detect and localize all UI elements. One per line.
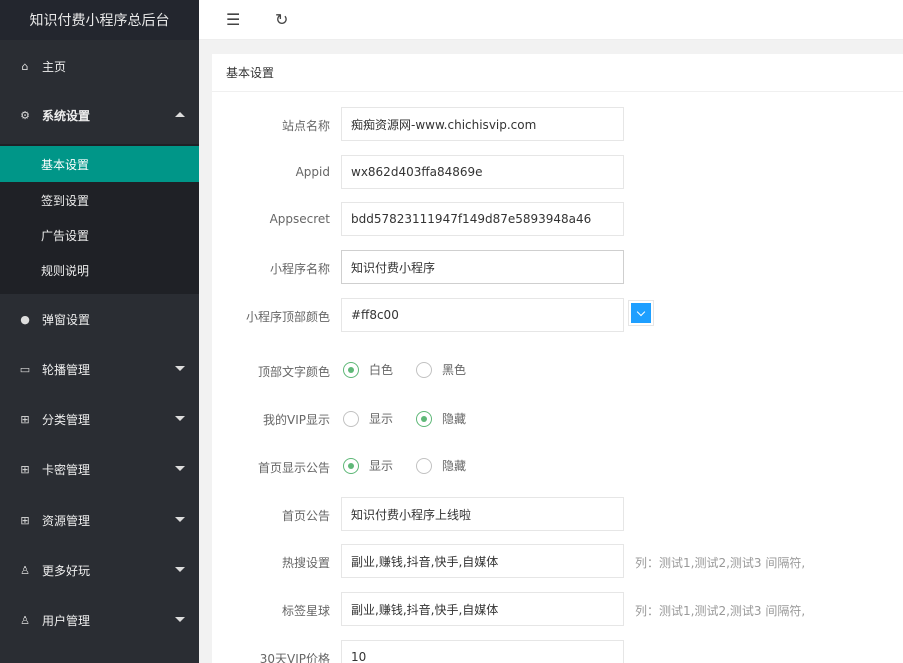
top-text-color-label: 顶部文字颜色 bbox=[257, 365, 330, 379]
sidebar-subitem-label: 广告设置 bbox=[41, 228, 90, 243]
vip30-label: 30天VIP价格 bbox=[259, 652, 330, 663]
sidebar-item-label: 用户管理 bbox=[42, 613, 91, 628]
appid-label: Appid bbox=[295, 165, 330, 179]
radio-label: 白色 bbox=[369, 363, 394, 377]
tag-planet-label: 标签星球 bbox=[281, 604, 330, 618]
radio-top-text-black[interactable]: 黑色 bbox=[416, 361, 466, 378]
appsecret-label: Appsecret bbox=[269, 212, 330, 226]
radio-top-text-white[interactable]: 白色 bbox=[343, 361, 393, 378]
apps-icon: ⊞ bbox=[20, 462, 30, 476]
radio-circle bbox=[416, 457, 432, 474]
sidebar-item-label: 卡密管理 bbox=[42, 462, 91, 477]
chevron-down-icon bbox=[175, 366, 185, 371]
sidebar-item-label: 弹窗设置 bbox=[42, 312, 91, 327]
home-notice-input[interactable]: 知识付费小程序上线啦 bbox=[341, 497, 624, 531]
radio-label: 隐藏 bbox=[442, 412, 467, 426]
sidebar-item-system-settings[interactable]: ⚙ 系统设置 bbox=[0, 97, 199, 133]
radio-home-notice-show[interactable]: 显示 bbox=[343, 457, 393, 474]
mini-name-label: 小程序名称 bbox=[269, 262, 330, 276]
my-vip-label: 我的VIP显示 bbox=[263, 413, 330, 427]
chevron-up-icon bbox=[175, 112, 185, 117]
sidebar-subitem-label: 规则说明 bbox=[41, 263, 90, 278]
apps-icon: ⊞ bbox=[20, 412, 30, 426]
sidebar-item-carousel[interactable]: ▭ 轮播管理 bbox=[0, 351, 199, 387]
sidebar-item-card-key[interactable]: ⊞ 卡密管理 bbox=[0, 451, 199, 487]
radio-my-vip-show[interactable]: 显示 bbox=[343, 410, 393, 427]
radio-circle bbox=[343, 457, 359, 474]
radio-my-vip-hide[interactable]: 隐藏 bbox=[416, 410, 466, 427]
chevron-down-icon bbox=[175, 567, 185, 572]
top-color-input[interactable]: #ff8c00 bbox=[341, 298, 624, 332]
menu-fold-icon[interactable]: ☰ bbox=[226, 10, 240, 29]
sidebar-item-label: 资源管理 bbox=[42, 513, 91, 528]
apps-icon: ⊞ bbox=[20, 513, 30, 527]
site-name-label: 站点名称 bbox=[281, 119, 330, 133]
chevron-down-icon bbox=[175, 466, 185, 471]
sidebar-subitem-label: 签到设置 bbox=[41, 193, 90, 208]
sidebar-item-resources[interactable]: ⊞ 资源管理 bbox=[0, 502, 199, 538]
chevron-down-icon bbox=[636, 307, 646, 316]
chevron-down-icon bbox=[175, 416, 185, 421]
sidebar-item-popup-settings[interactable]: ● 弹窗设置 bbox=[0, 301, 199, 337]
sidebar-subitem-ad-settings[interactable]: 广告设置 bbox=[0, 217, 199, 253]
sidebar-subitem-rules[interactable]: 规则说明 bbox=[0, 252, 199, 288]
hot-search-input[interactable]: 副业,赚钱,抖音,快手,自媒体 bbox=[341, 544, 624, 578]
app-title: 知识付费小程序总后台 bbox=[0, 0, 199, 40]
radio-label: 显示 bbox=[369, 412, 394, 426]
tag-planet-input[interactable]: 副业,赚钱,抖音,快手,自媒体 bbox=[341, 592, 624, 626]
user-icon: ♙ bbox=[20, 613, 30, 627]
sidebar-item-label: 轮播管理 bbox=[42, 362, 91, 377]
gear-icon: ⚙ bbox=[20, 108, 30, 122]
top-header: ☰ ↻ bbox=[199, 0, 903, 40]
dot-icon: ● bbox=[20, 312, 30, 326]
radio-home-notice-hide[interactable]: 隐藏 bbox=[416, 457, 466, 474]
sidebar-item-more-fun[interactable]: ♙ 更多好玩 bbox=[0, 552, 199, 588]
radio-circle bbox=[343, 410, 359, 427]
hot-search-label: 热搜设置 bbox=[281, 556, 330, 570]
sidebar-subitem-label: 基本设置 bbox=[41, 157, 90, 172]
radio-label: 黑色 bbox=[442, 363, 467, 377]
sidebar-item-label: 分类管理 bbox=[42, 412, 91, 427]
radio-label: 隐藏 bbox=[442, 459, 467, 473]
home-notice-show-label: 首页显示公告 bbox=[257, 461, 330, 475]
sidebar-item-users[interactable]: ♙ 用户管理 bbox=[0, 602, 199, 638]
tag-planet-tip: 列：测试1,测试2,测试3 间隔符, bbox=[635, 604, 806, 618]
home-notice-label: 首页公告 bbox=[281, 509, 330, 523]
home-icon: ⌂ bbox=[21, 59, 29, 73]
chevron-down-icon bbox=[175, 517, 185, 522]
radio-circle bbox=[416, 410, 432, 427]
vip30-input[interactable]: 10 bbox=[341, 640, 624, 663]
sidebar-item-label: 主页 bbox=[42, 59, 67, 74]
sidebar-item-label: 更多好玩 bbox=[42, 563, 91, 578]
sidebar-subitem-checkin-settings[interactable]: 签到设置 bbox=[0, 182, 199, 218]
refresh-icon[interactable]: ↻ bbox=[275, 10, 288, 29]
radio-circle bbox=[416, 361, 432, 378]
top-color-label: 小程序顶部颜色 bbox=[245, 310, 330, 324]
sidebar-item-home[interactable]: ⌂ 主页 bbox=[0, 48, 199, 84]
radio-circle bbox=[343, 361, 359, 378]
card-title: 基本设置 bbox=[212, 54, 903, 92]
user-icon: ♙ bbox=[20, 563, 30, 577]
appid-input[interactable]: wx862d403ffa84869e bbox=[341, 155, 624, 189]
sidebar-subitem-basic-settings[interactable]: 基本设置 bbox=[0, 146, 199, 182]
sidebar-item-label: 系统设置 bbox=[42, 108, 91, 123]
color-picker-button[interactable] bbox=[628, 300, 654, 326]
image-icon: ▭ bbox=[19, 362, 31, 376]
radio-label: 显示 bbox=[369, 459, 394, 473]
sidebar: 知识付费小程序总后台 ⌂ 主页 ⚙ 系统设置 基本设置 签到设置 广告设置 规则… bbox=[0, 0, 199, 663]
settings-card: 基本设置 站点名称 痴痴资源网-www.chichisvip.com Appid… bbox=[212, 54, 903, 663]
sidebar-item-category[interactable]: ⊞ 分类管理 bbox=[0, 401, 199, 437]
chevron-down-icon bbox=[175, 617, 185, 622]
appsecret-input[interactable]: bdd57823111947f149d87e5893948a46 bbox=[341, 202, 624, 236]
system-settings-submenu: 基本设置 签到设置 广告设置 规则说明 bbox=[0, 144, 199, 294]
mini-name-input[interactable]: 知识付费小程序 bbox=[341, 250, 624, 284]
site-name-input[interactable]: 痴痴资源网-www.chichisvip.com bbox=[341, 107, 624, 141]
hot-search-tip: 列：测试1,测试2,测试3 间隔符, bbox=[635, 556, 806, 570]
